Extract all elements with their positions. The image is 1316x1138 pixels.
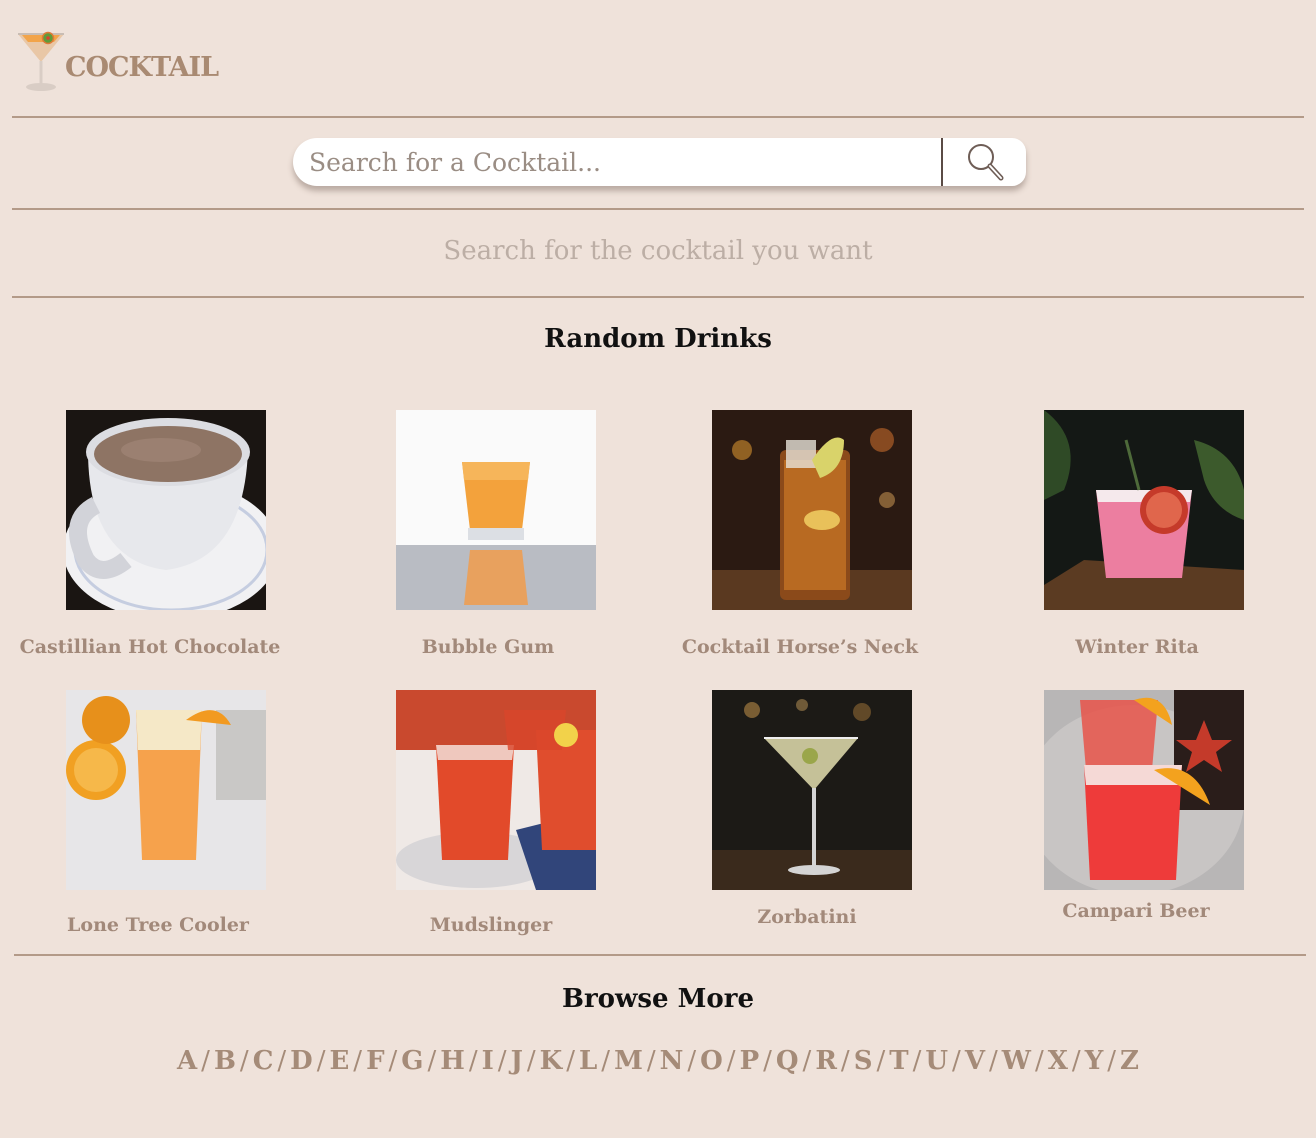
search-button[interactable] [963,140,1013,184]
letter-link-v[interactable]: V [965,1046,985,1076]
drink-name-lone-tree-cooler[interactable]: Lone Tree Cooler [8,914,308,936]
letter-link-c[interactable]: C [253,1046,274,1076]
letter-link-f[interactable]: F [366,1046,384,1076]
drink-photo-lone-tree-cooler[interactable] [66,690,266,890]
letter-link-t[interactable]: T [889,1046,908,1076]
letter-separator: / [952,1046,961,1076]
letter-link-k[interactable]: K [540,1046,563,1076]
drink-photo-zorbatini[interactable] [712,690,912,890]
letter-link-h[interactable]: H [440,1046,465,1076]
letter-link-o[interactable]: O [700,1046,723,1076]
letter-separator: / [840,1046,850,1076]
alphabet-nav: A / B / C / D / E / F / G / H / I / J / K / L / M / N / O / P / Q / R / S / T /… [0,1046,1316,1076]
drink-photo-bubble-gum[interactable] [396,410,596,610]
letter-separator: / [876,1046,886,1076]
drink-photo-winter-rita[interactable] [1044,410,1244,610]
letter-separator: / [802,1046,812,1076]
drink-name-campari-beer[interactable]: Campari Beer [986,900,1286,922]
letter-link-i[interactable]: I [482,1046,494,1076]
hint-divider [12,296,1304,298]
drink-photo-cocktail-horses-neck[interactable] [712,410,912,610]
search-divider [941,138,943,186]
letter-separator: / [1107,1046,1117,1076]
letter-separator: / [316,1046,326,1076]
letter-link-s[interactable]: S [854,1046,873,1076]
letter-separator: / [497,1046,507,1076]
letter-separator: / [468,1046,478,1076]
drink-photo-campari-beer[interactable] [1044,690,1244,890]
letter-link-n[interactable]: N [660,1046,684,1076]
letter-separator: / [1034,1046,1044,1076]
letter-link-e[interactable]: E [329,1046,349,1076]
grid-divider [14,954,1306,956]
letter-link-b[interactable]: B [214,1046,236,1076]
letter-separator: / [726,1046,736,1076]
letter-link-l[interactable]: L [579,1046,597,1076]
letter-separator: / [201,1046,210,1076]
letter-separator: / [989,1046,998,1076]
drink-name-mudslinger[interactable]: Mudslinger [341,914,641,936]
letter-separator: / [239,1046,249,1076]
letter-separator: / [687,1046,697,1076]
letter-link-u[interactable]: U [925,1046,948,1076]
letter-separator: / [427,1046,437,1076]
search-divider-line [12,208,1304,210]
letter-link-x[interactable]: X [1048,1046,1068,1076]
drink-photo-mudslinger[interactable] [396,690,596,890]
header-divider [12,116,1304,118]
search-bar [293,138,1026,186]
letter-link-a[interactable]: A [177,1046,197,1076]
letter-link-y[interactable]: Y [1085,1046,1104,1076]
letter-separator: / [388,1046,398,1076]
martini-logo-icon[interactable] [14,28,68,94]
letter-link-w[interactable]: W [1002,1046,1031,1076]
letter-separator: / [601,1046,611,1076]
letter-separator: / [763,1046,772,1076]
letter-separator: / [1071,1046,1081,1076]
letter-link-z[interactable]: Z [1120,1046,1139,1076]
browse-more-title: Browse More [562,984,754,1014]
letter-link-m[interactable]: M [614,1046,643,1076]
brand-wordmark[interactable]: COCKTAIL [65,52,219,83]
drink-photo-castillian-hot-chocolate[interactable] [66,410,266,610]
letter-link-g[interactable]: G [401,1046,423,1076]
drink-name-castillian-hot-chocolate[interactable]: Castillian Hot Chocolate [0,636,300,658]
random-drinks-title: Random Drinks [544,324,772,354]
letter-link-r[interactable]: R [815,1046,837,1076]
letter-link-p[interactable]: P [740,1046,760,1076]
letter-separator: / [912,1046,922,1076]
letter-separator: / [646,1046,656,1076]
site-header: COCKTAIL [12,24,1304,116]
search-hint: Search for the cocktail you want [443,236,873,266]
drink-name-bubble-gum[interactable]: Bubble Gum [338,636,638,658]
letter-separator: / [277,1046,287,1076]
letter-link-j[interactable]: J [511,1046,523,1076]
letter-separator: / [353,1046,363,1076]
search-input[interactable] [309,144,929,180]
drink-name-winter-rita[interactable]: Winter Rita [987,636,1287,658]
letter-link-d[interactable]: D [290,1046,313,1076]
drink-name-cocktail-horses-neck[interactable]: Cocktail Horse’s Neck [650,636,950,658]
drink-name-zorbatini[interactable]: Zorbatini [657,906,957,928]
magnifier-icon [968,144,1004,181]
letter-separator: / [566,1046,576,1076]
letter-link-q[interactable]: Q [776,1046,799,1076]
letter-separator: / [526,1046,536,1076]
